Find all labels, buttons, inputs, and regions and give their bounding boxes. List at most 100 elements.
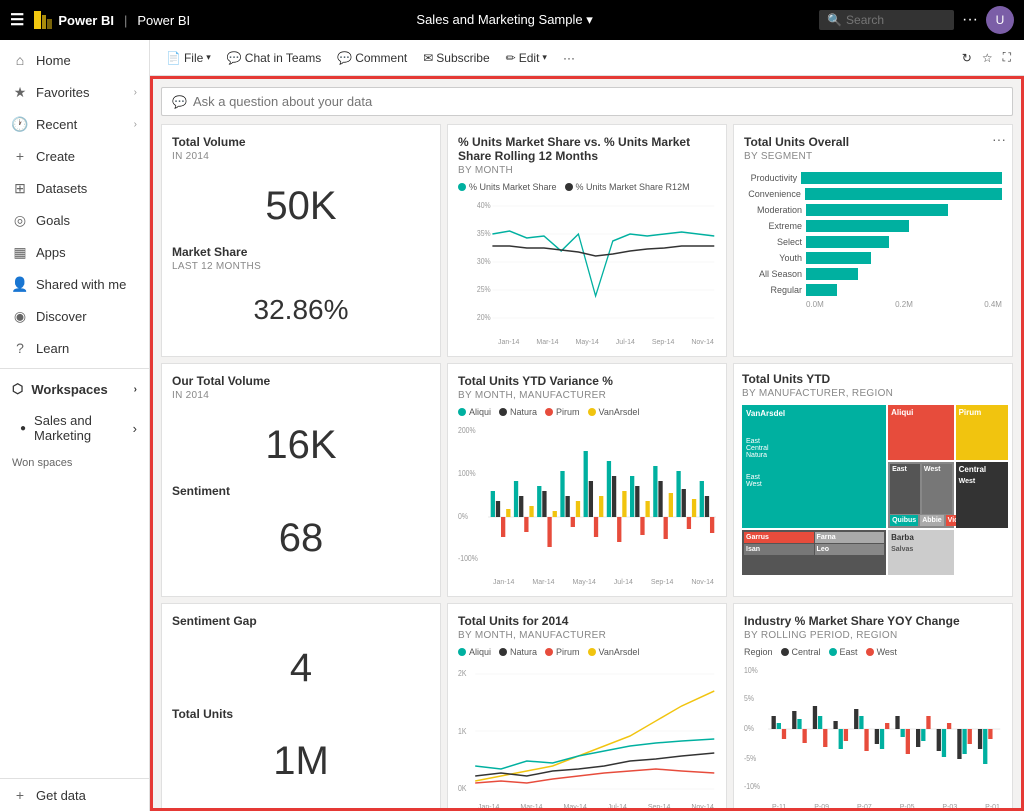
sidebar-item-apps[interactable]: ▦ Apps [0, 236, 149, 268]
qa-bar[interactable]: 💬 [161, 87, 1013, 116]
shared-icon: 👤 [12, 276, 28, 292]
file-button[interactable]: 📄 File ▾ [160, 48, 217, 68]
hamburger-icon[interactable]: ☰ [10, 10, 24, 30]
datasets-icon: ⊞ [12, 180, 28, 196]
comment-button[interactable]: 💬 Comment [331, 48, 413, 68]
total-units-2014-subtitle: BY MONTH, MANUFACTURER [458, 630, 716, 641]
ytd-variance-title: Total Units YTD Variance % [458, 374, 716, 388]
ellipsis-icon[interactable]: ··· [962, 11, 978, 29]
more-button[interactable]: ··· [557, 48, 581, 68]
subscribe-button[interactable]: ✉ Subscribe [417, 48, 495, 68]
line-chart-subtitle: BY MONTH [458, 165, 716, 176]
favorite-button[interactable]: ☆ [979, 48, 996, 68]
top-bar: ☰ Power BI | Power BI Sales and Marketin… [0, 0, 1024, 40]
svg-text:20%: 20% [477, 312, 491, 322]
hbar-bar-regular [806, 284, 837, 296]
legend-label-market-share: % Units Market Share [469, 182, 557, 192]
legend-natura-2014: Natura [499, 647, 537, 657]
treemap-barba: Barba Salvas [888, 530, 954, 575]
svg-text:-10%: -10% [744, 781, 760, 791]
legend-east: East [829, 647, 858, 657]
svg-text:-5%: -5% [744, 753, 757, 763]
hbar-row-moderation: Moderation [744, 204, 1002, 216]
our-total-volume-title: Our Total Volume [172, 374, 430, 388]
dropdown-icon: ▾ [542, 52, 547, 63]
sidebar-item-learn[interactable]: ? Learn [0, 332, 149, 364]
comment-label: Comment [355, 51, 407, 65]
total-units-2014-svg: 2K 1K 0K [458, 661, 716, 801]
search-input[interactable] [846, 13, 946, 27]
discover-icon: ◉ [12, 308, 28, 324]
hbar-bar-allseason [806, 268, 858, 280]
sidebar-item-discover[interactable]: ◉ Discover [0, 300, 149, 332]
powerbi-icon [34, 11, 52, 29]
sidebar-item-favorites-label: Favorites [36, 85, 89, 100]
sentiment-gap-value: 4 [172, 630, 430, 707]
sidebar-item-favorites[interactable]: ★ Favorites › [0, 76, 149, 108]
legend-label-vanarsdel-2014: VanArsdel [599, 647, 640, 657]
treemap: VanArsdel East Central Natura East West … [742, 405, 1004, 575]
hbar-label-convenience: Convenience [744, 189, 801, 199]
svg-text:25%: 25% [477, 284, 491, 294]
hbar-bar-select [806, 236, 889, 248]
sidebar-item-home[interactable]: ⌂ Home [0, 44, 149, 76]
sidebar-item-create[interactable]: + Create [0, 140, 149, 172]
total-volume-value: 50K [172, 168, 430, 245]
svg-text:35%: 35% [477, 228, 491, 238]
treemap-aliqui: Aliqui [888, 405, 954, 460]
get-data-label: Get data [36, 788, 86, 803]
main-layout: ⌂ Home ★ Favorites › 🕐 Recent › + Create… [0, 40, 1024, 811]
hbar-label-productivity: Productivity [744, 173, 797, 183]
total-units-overall-more[interactable]: ··· [992, 131, 1006, 147]
toolbar: 📄 File ▾ 💬 Chat in Teams 💬 Comment ✉ Sub… [150, 40, 1024, 76]
sidebar-item-sales-marketing[interactable]: ● Sales and Marketing › [0, 405, 149, 451]
search-box[interactable]: 🔍 [819, 10, 954, 30]
avatar[interactable]: U [986, 6, 1014, 34]
edit-button[interactable]: ✏ Edit ▾ [500, 48, 553, 68]
svg-text:10%: 10% [744, 665, 758, 675]
sidebar-item-workspaces[interactable]: ⬡ Workspaces › [0, 373, 149, 405]
refresh-button[interactable]: ↻ [959, 48, 975, 68]
app-logo: ☰ Power BI | Power BI [10, 10, 190, 30]
chat-teams-button[interactable]: 💬 Chat in Teams [221, 48, 327, 68]
report-title: Sales and Marketing Sample ▾ [200, 12, 809, 28]
legend-dot-aliqui-2014 [458, 648, 466, 656]
sidebar-item-learn-label: Learn [36, 341, 69, 356]
total-units-overall-subtitle: BY SEGMENT [744, 151, 1002, 162]
apps-icon: ▦ [12, 244, 28, 260]
goals-icon: ◎ [12, 212, 28, 228]
teams-icon: 💬 [227, 51, 242, 65]
sidebar-item-goals[interactable]: ◎ Goals [0, 204, 149, 236]
ytd-variance-card: Total Units YTD Variance % BY MONTH, MAN… [447, 363, 727, 597]
total-units-bottom-value: 1M [172, 723, 430, 800]
legend-natura: Natura [499, 407, 537, 417]
sidebar-item-recent[interactable]: 🕐 Recent › [0, 108, 149, 140]
sidebar-item-datasets[interactable]: ⊞ Datasets [0, 172, 149, 204]
edit-label: Edit [519, 51, 540, 65]
qa-input[interactable] [193, 94, 1002, 109]
hbar-row-allseason: All Season [744, 268, 1002, 280]
legend-label-aliqui-2014: Aliqui [469, 647, 491, 657]
hbar-label-moderation: Moderation [744, 205, 802, 215]
svg-text:100%: 100% [458, 468, 476, 478]
market-share-value: 32.86% [172, 278, 430, 342]
hbar-row-convenience: Convenience [744, 188, 1002, 200]
legend-label-r12m: % Units Market Share R12M [576, 182, 690, 192]
svg-text:30%: 30% [477, 256, 491, 266]
total-units-overall-card: Total Units Overall BY SEGMENT ··· Produ… [733, 124, 1013, 357]
legend-vanarsdel: VanArsdel [588, 407, 640, 417]
ytd-legend: Aliqui Natura Pirum VanArsdel [458, 407, 716, 417]
chat-label: Chat in Teams [245, 51, 321, 65]
legend-label-pirum-2014: Pirum [556, 647, 580, 657]
sidebar-item-recent-label: Recent [36, 117, 77, 132]
line-chart-title: % Units Market Share vs. % Units Market … [458, 135, 716, 163]
legend-label-east: East [840, 647, 858, 657]
hbar-axis: 0.0M0.2M0.4M [744, 300, 1002, 309]
ytd-x-axis: Jan-14Mar-14May-14Jul-14Sep-14Nov-14 [458, 579, 716, 586]
fullscreen-icon: ⛶ [1003, 50, 1011, 64]
market-share-subtitle: LAST 12 MONTHS [172, 261, 430, 272]
sidebar-item-shared[interactable]: 👤 Shared with me [0, 268, 149, 300]
fullscreen-button[interactable]: ⛶ [1000, 47, 1014, 68]
sidebar-item-get-data[interactable]: + Get data [0, 779, 149, 811]
file-label: File [184, 51, 203, 65]
